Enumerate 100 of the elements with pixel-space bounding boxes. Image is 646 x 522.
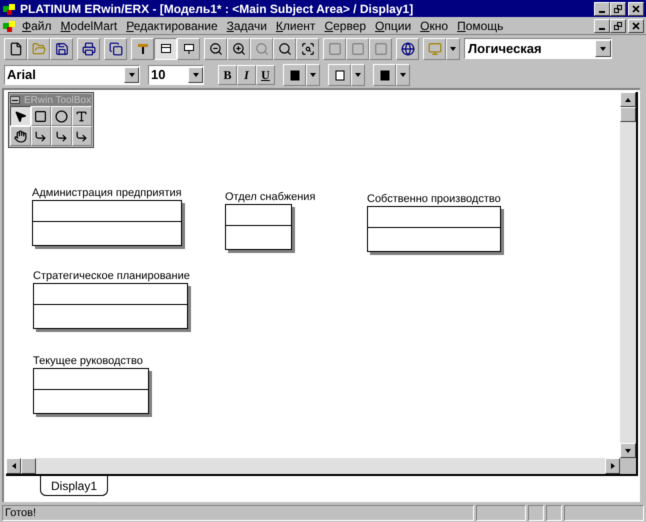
- menu-item[interactable]: ModelMart: [58, 16, 120, 34]
- pen-color-dropdown[interactable]: [396, 64, 410, 86]
- screen-button[interactable]: [423, 38, 446, 60]
- block-icon: [374, 42, 388, 56]
- scroll-thumb[interactable]: [620, 107, 636, 122]
- font-select[interactable]: Arial: [4, 65, 140, 85]
- screen-dropdown[interactable]: [446, 38, 460, 60]
- zoom-icon: [278, 42, 292, 56]
- save-button[interactable]: [50, 38, 73, 60]
- status-panel: [546, 505, 562, 521]
- close-icon: [632, 4, 640, 12]
- vertical-scrollbar[interactable]: [620, 92, 636, 458]
- text-style-button[interactable]: I: [237, 65, 256, 85]
- entity-box[interactable]: [367, 206, 501, 252]
- zoom-icon: [254, 42, 268, 56]
- pen-color-button[interactable]: [373, 64, 396, 86]
- close-button[interactable]: [628, 2, 644, 16]
- dropdown-arrow-icon: [449, 44, 457, 52]
- scroll-left-icon: [10, 462, 18, 470]
- hand-icon: [14, 130, 27, 142]
- entity-box[interactable]: [33, 368, 149, 414]
- dropdown-arrow-icon: [399, 71, 407, 79]
- text-style-button[interactable]: U: [256, 65, 275, 85]
- server-button[interactable]: [369, 38, 392, 60]
- menu-item[interactable]: Помощь: [454, 16, 506, 34]
- server-button[interactable]: [323, 38, 346, 60]
- window-title: PLATINUM ERwin/ERX - [Модель1* : <Main Subject Area> / Display1]: [20, 0, 414, 18]
- menu-item[interactable]: Сервер: [321, 16, 370, 34]
- text-color-button[interactable]: [283, 64, 306, 86]
- server-button[interactable]: [346, 38, 369, 60]
- minimize-icon: [599, 10, 605, 12]
- fill-color-dropdown[interactable]: [351, 64, 365, 86]
- entity-name: Отдел снабжения: [225, 190, 316, 204]
- definition-button[interactable]: [154, 38, 177, 60]
- system-menu-icon[interactable]: [10, 96, 20, 104]
- entity-box[interactable]: [32, 200, 182, 246]
- status-text: Готов!: [2, 505, 474, 521]
- zoom-out-icon: [208, 42, 222, 56]
- entity-name: Собственно производство: [367, 192, 501, 206]
- menu-item[interactable]: Опции: [372, 16, 414, 34]
- menu-item[interactable]: Задачи: [224, 16, 270, 34]
- globe-icon: [400, 42, 414, 56]
- minimize-button[interactable]: [594, 18, 610, 32]
- minimize-icon: [599, 28, 605, 30]
- block-icon: [328, 42, 342, 56]
- status-panel: [528, 505, 544, 521]
- zoom-in-button[interactable]: [227, 38, 250, 60]
- dropdown-arrow-icon: [354, 71, 362, 79]
- fill-color-button[interactable]: [328, 64, 351, 86]
- text-color-dropdown[interactable]: [306, 64, 320, 86]
- menu-item[interactable]: Редактирование: [123, 16, 221, 34]
- zoom-out-button[interactable]: [204, 38, 227, 60]
- dropdown-arrow-icon: [599, 44, 607, 52]
- zoom-fit-icon: [300, 42, 314, 56]
- relationship-icon: [54, 130, 68, 142]
- view-select[interactable]: Логическая: [464, 38, 612, 59]
- scroll-up-icon: [624, 96, 632, 104]
- restore-icon: [614, 4, 622, 12]
- attribute-button[interactable]: [131, 38, 154, 60]
- floppy-icon: [54, 42, 68, 56]
- scroll-thumb[interactable]: [21, 458, 36, 474]
- pointer-icon: [14, 110, 27, 122]
- menu-item[interactable]: Окно: [417, 16, 452, 34]
- zoom-fit-button[interactable]: [296, 38, 319, 60]
- sheet-tab[interactable]: Display1: [40, 476, 108, 496]
- dropdown-arrow-icon: [192, 71, 200, 79]
- status-panel: [476, 505, 526, 521]
- menu-item[interactable]: Файл: [19, 16, 55, 34]
- monitor-icon: [428, 42, 442, 56]
- entity-box[interactable]: [33, 283, 188, 329]
- zoom-button[interactable]: [250, 38, 273, 60]
- open-button[interactable]: [27, 38, 50, 60]
- restore-button[interactable]: [610, 2, 626, 16]
- document-icon[interactable]: [2, 18, 16, 32]
- entity-box[interactable]: [225, 204, 292, 250]
- entity-icon: [34, 110, 48, 122]
- zoom-normal-button[interactable]: [273, 38, 296, 60]
- toolbox-title: ERwin ToolBox: [24, 94, 92, 108]
- font-size-select[interactable]: 10: [148, 65, 204, 85]
- minimize-button[interactable]: [594, 2, 610, 16]
- display-button[interactable]: [177, 38, 200, 60]
- dropdown-arrow-icon: [128, 71, 136, 79]
- horizontal-scrollbar[interactable]: [6, 458, 620, 474]
- restore-button[interactable]: [610, 18, 626, 32]
- dropdown-arrow-icon: [309, 71, 317, 79]
- print-button[interactable]: [77, 38, 100, 60]
- close-button[interactable]: [628, 18, 644, 32]
- menu-item[interactable]: Клиент: [272, 16, 318, 34]
- entity-icon: [160, 42, 172, 54]
- folder-icon: [32, 42, 46, 56]
- globe-button[interactable]: [396, 38, 419, 60]
- copy-button[interactable]: [104, 38, 127, 60]
- close-icon: [632, 22, 640, 30]
- new-button[interactable]: [4, 38, 27, 60]
- zoom-in-icon: [232, 42, 246, 56]
- pages-icon: [108, 42, 122, 56]
- entity-name: Администрация предприятия: [32, 186, 182, 200]
- tool-button[interactable]: [10, 106, 30, 126]
- text-style-button[interactable]: B: [218, 65, 237, 85]
- block-icon: [350, 42, 364, 56]
